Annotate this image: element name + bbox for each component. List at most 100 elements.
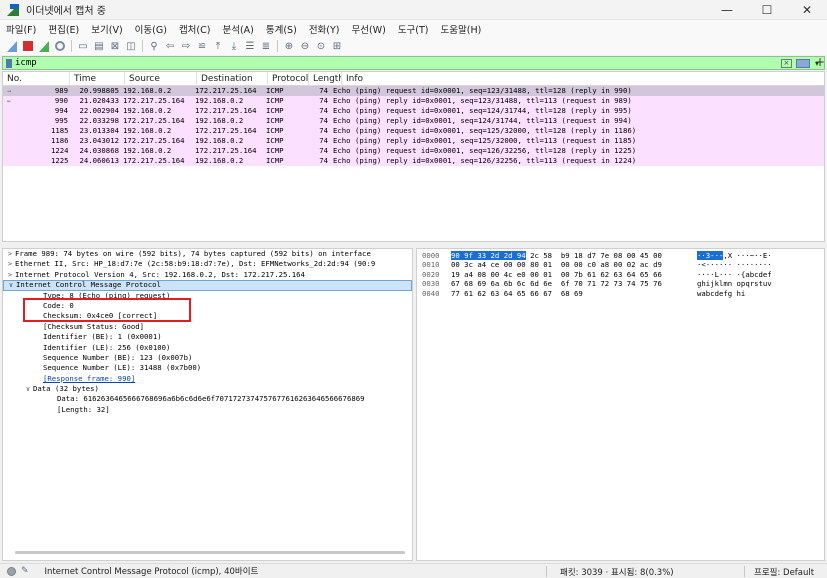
menu-file[interactable]: 파일(F) [0,22,42,36]
reload-button[interactable]: ◫ [124,39,138,53]
minimize-button[interactable]: — [707,0,747,20]
go-forward-button[interactable]: ⇨ [179,39,193,53]
table-row[interactable]: 1185 23.013304 192.168.0.2 172.217.25.164 IC… [3,126,824,136]
capture-options-button[interactable] [53,39,67,53]
chevron-right-icon[interactable]: > [5,259,15,269]
packet-cell-src: 172.217.25.164 [123,136,185,145]
packet-cell-time: 23.043012 [79,136,119,145]
colorize-button[interactable]: ≣ [259,39,273,53]
packet-cell-dst: 192.168.0.2 [195,96,244,105]
apply-filter-icon[interactable] [795,58,810,68]
table-row[interactable]: 994 22.002904 192.168.0.2 172.217.25.164 ICM… [3,106,824,116]
chevron-down-icon[interactable]: ∨ [6,281,16,289]
display-filter-input[interactable] [15,57,779,69]
column-header-info[interactable]: Info [342,72,824,86]
chevron-right-icon[interactable]: > [5,270,15,280]
last-packet-button[interactable]: ⤓ [227,39,241,53]
column-header-length[interactable]: Length [309,72,342,86]
clear-filter-icon[interactable]: × [780,58,792,68]
menu-telephony[interactable]: 전화(Y) [303,22,346,36]
close-file-button[interactable]: ⊠ [108,39,122,53]
column-header-no[interactable]: No. [3,72,70,86]
detail-tree-item[interactable]: Identifier (BE): 1 (0x0001) [3,332,412,342]
first-packet-button[interactable]: ⤒ [211,39,225,53]
zoom-out-button[interactable]: ⊖ [298,39,312,53]
go-back-button[interactable]: ⇦ [163,39,177,53]
start-capture-button[interactable] [5,39,19,53]
packet-cell-len: 74 [319,106,328,115]
menu-view[interactable]: 보기(V) [85,22,128,36]
detail-tree-item[interactable]: Type: 8 (Echo (ping) request) [3,291,412,301]
hex-row[interactable]: 0020 19 a4 08 00 4c e0 00 01 00 7b 61 62 … [417,270,824,279]
save-file-button[interactable]: ▤ [92,39,106,53]
hex-offset: 0020 [422,269,440,279]
add-filter-button[interactable]: + [815,55,825,69]
detail-tree-item[interactable]: Code: 0 [3,301,412,311]
chevron-right-icon[interactable]: > [5,249,15,259]
resize-columns-button[interactable]: ⊞ [330,39,344,53]
detail-tree-item[interactable]: > Frame 989: 74 bytes on wire (592 bits),… [3,249,412,259]
table-row[interactable]: → 989 20.998805 192.168.0.2 172.217.25.164 IC… [3,86,824,96]
detail-tree-item[interactable]: > Ethernet II, Src: HP_18:d7:7e (2c:58:b9… [3,259,412,269]
menu-capture[interactable]: 캡처(C) [173,22,217,36]
hex-bytes-text: 77 61 62 63 64 65 66 67 68 69 [451,288,583,298]
column-header-destination[interactable]: Destination [197,72,268,86]
detail-tree-item[interactable]: [Response frame: 990] [3,374,412,384]
menu-tools[interactable]: 도구(T) [392,22,435,36]
hex-row[interactable]: 0010 00 3c a4 ce 00 00 80 01 00 00 c0 a8 … [417,260,824,269]
table-row[interactable]: 1224 24.030868 192.168.0.2 172.217.25.164 IC… [3,146,824,156]
column-header-source[interactable]: Source [125,72,197,86]
restart-capture-button[interactable] [37,39,51,53]
menu-wireless[interactable]: 무선(W) [346,22,392,36]
stop-capture-button[interactable] [21,39,35,53]
close-button[interactable]: ✕ [787,0,827,20]
expert-info-icon[interactable] [7,566,16,576]
hex-ascii-highlight: ··3-·- [697,251,724,260]
detail-tree-item[interactable]: Sequence Number (BE): 123 (0x007b) [3,353,412,363]
column-header-time[interactable]: Time [70,72,125,86]
table-row[interactable]: 1186 23.043012 172.217.25.164 192.168.0.2 IC… [3,136,824,146]
detail-tree-item[interactable]: [Checksum Status: Good] [3,322,412,332]
hex-row[interactable]: 0030 67 68 69 6a 6b 6c 6d 6e 6f 70 71 72 … [417,279,824,288]
table-row[interactable]: 995 22.033298 172.217.25.164 192.168.0.2 ICM… [3,116,824,126]
detail-tree-item[interactable]: ∨ Internet Control Message Protocol [3,280,412,291]
menu-statistics[interactable]: 통계(S) [260,22,303,36]
column-header-protocol[interactable]: Protocol [268,72,309,86]
save-icon: ▤ [94,40,104,52]
detail-tree-item[interactable]: > Internet Protocol Version 4, Src: 192.1… [3,270,412,280]
maximize-button[interactable]: ☐ [747,0,787,20]
menu-analyze[interactable]: 분석(A) [216,22,259,36]
detail-tree-item[interactable]: Checksum: 0x4ce0 [correct] [3,311,412,321]
menu-edit[interactable]: 편집(E) [42,22,85,36]
go-to-packet-button[interactable]: ≌ [195,39,209,53]
detail-tree-item[interactable]: Sequence Number (LE): 31488 (0x7b00) [3,363,412,373]
edit-comment-icon[interactable]: ✎ [21,566,29,576]
chevron-down-icon[interactable]: ∨ [23,384,33,394]
title-bar: 이더넷에서 캡처 중 — ☐ ✕ [0,0,827,20]
detail-tree-item[interactable]: [Length: 32] [3,405,412,415]
menu-go[interactable]: 이동(G) [129,22,173,36]
find-packet-button[interactable]: ⚲ [147,39,161,53]
hex-dump: 0000 90 9f 33 2d 2d 94 2c 58 b9 18 d7 7e … [417,251,824,298]
detail-tree-item[interactable]: ∨ Data (32 bytes) [3,384,412,394]
autoscroll-button[interactable]: ☰ [243,39,257,53]
detail-tree-label: Sequence Number (BE): 123 (0x007b) [43,352,193,362]
detail-tree-label: Code: 0 [43,300,74,310]
table-row[interactable]: ← 990 21.020433 172.217.25.164 192.168.0.2 IC… [3,96,824,106]
bookmark-icon[interactable] [6,58,12,68]
zoom-in-button[interactable]: ⊕ [282,39,296,53]
packet-bytes-pane: 0000 90 9f 33 2d 2d 94 2c 58 b9 18 d7 7e … [416,248,825,561]
detail-tree-item[interactable]: Data: 6162636465666768696a6b6c6d6e6f7071… [3,394,412,404]
hex-row[interactable]: 0000 90 9f 33 2d 2d 94 2c 58 b9 18 d7 7e … [417,251,824,260]
detail-tree-item[interactable]: Identifier (LE): 256 (0x0100) [3,343,412,353]
packet-cell-dst: 172.217.25.164 [195,86,257,95]
horizontal-scrollbar[interactable] [15,551,405,554]
open-file-button[interactable]: ▭ [76,39,90,53]
table-row[interactable]: 1225 24.060613 172.217.25.164 192.168.0.2 IC… [3,156,824,166]
zoom-reset-button[interactable]: ⊙ [314,39,328,53]
hex-row[interactable]: 0040 77 61 62 63 64 65 66 67 68 69 wabcdef… [417,289,824,298]
menu-help[interactable]: 도움말(H) [435,22,488,36]
packet-cell-time: 24.030868 [79,146,119,155]
status-profile[interactable]: 프로필: Default [754,566,814,578]
packet-cell-no: 990 [54,96,68,105]
